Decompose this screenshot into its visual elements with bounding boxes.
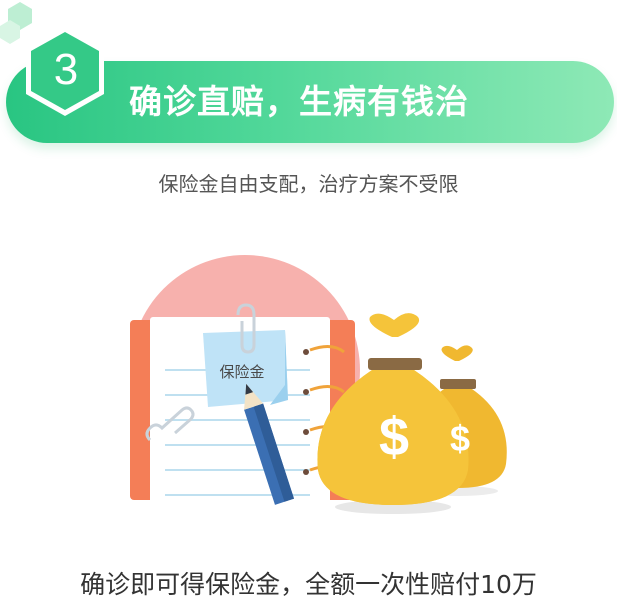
insurance-payout-illustration: $ $ $	[130, 255, 507, 514]
step-number: 3	[53, 45, 79, 94]
sticky-note-label: 保险金	[219, 363, 265, 381]
banner-title: 确诊直赔，生病有钱治	[129, 82, 469, 121]
currency-symbol-small: $	[450, 418, 470, 459]
currency-symbol-front: $	[379, 407, 409, 467]
footer-text: 确诊即可得保险金，全额一次性赔付10万	[80, 570, 537, 599]
subtitle: 保险金自由支配，治疗方案不受限	[158, 172, 459, 196]
